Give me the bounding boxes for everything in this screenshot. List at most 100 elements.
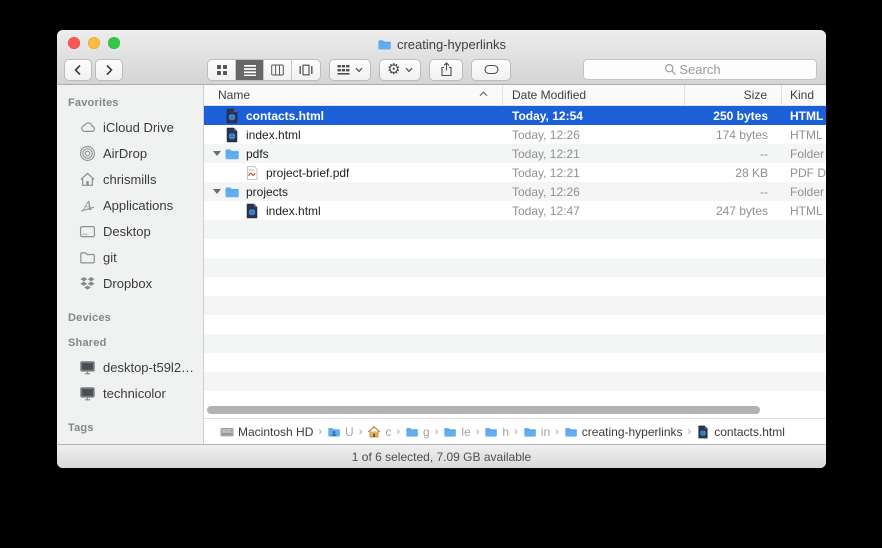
monitor-icon bbox=[79, 359, 96, 376]
chevron-down-icon bbox=[405, 67, 413, 73]
path-segment-users[interactable]: U bbox=[327, 425, 354, 439]
users-folder-icon bbox=[327, 425, 341, 439]
column-header-date-modified[interactable]: Date Modified bbox=[503, 85, 685, 105]
folder-icon bbox=[224, 146, 240, 162]
share-button[interactable] bbox=[429, 59, 463, 81]
sidebar-item-label: desktop-t59l2… bbox=[103, 360, 194, 375]
sidebar-item-desktop-t59l2[interactable]: desktop-t59l2… bbox=[57, 354, 203, 380]
window-chrome: creating-hyperlinks bbox=[57, 30, 826, 85]
column-header-size[interactable]: Size bbox=[685, 85, 782, 105]
disclosure-triangle[interactable] bbox=[210, 189, 224, 194]
file-row-project-brief-pdf[interactable]: project-brief.pdf Today, 12:21 28 KB PDF… bbox=[204, 163, 826, 182]
column-view-button[interactable] bbox=[264, 60, 292, 80]
path-separator-icon: › bbox=[476, 426, 480, 438]
path-separator-icon: › bbox=[359, 426, 363, 438]
path-segment-git[interactable]: g bbox=[405, 425, 430, 439]
sidebar: Favorites iCloud Drive AirDrop chrismill… bbox=[57, 85, 204, 444]
file-row-contacts-html[interactable]: contacts.html Today, 12:54 250 bytes HTM… bbox=[204, 106, 826, 125]
icon-view-button[interactable] bbox=[208, 60, 236, 80]
folder-proxy-icon bbox=[377, 37, 392, 52]
folder-icon bbox=[484, 425, 498, 439]
scrollbar-thumb[interactable] bbox=[207, 406, 760, 414]
sidebar-item-icloud-drive[interactable]: iCloud Drive bbox=[57, 114, 203, 140]
home-icon bbox=[79, 171, 96, 188]
html-file-icon bbox=[696, 425, 710, 439]
desktop-icon bbox=[79, 223, 96, 240]
coverflow-icon bbox=[299, 64, 313, 76]
status-bar: 1 of 6 selected, 7.09 GB available bbox=[57, 444, 826, 468]
toolbar: ⚙ bbox=[57, 55, 826, 84]
pdf-file-icon bbox=[244, 165, 260, 181]
file-list-pane: Name Date Modified Size Kind bbox=[204, 85, 826, 444]
html-file-icon bbox=[224, 108, 240, 124]
sidebar-item-technicolor[interactable]: technicolor bbox=[57, 380, 203, 406]
horizontal-scrollbar[interactable] bbox=[204, 405, 826, 416]
title-bar[interactable]: creating-hyperlinks bbox=[57, 30, 826, 55]
path-segment-in[interactable]: in bbox=[523, 425, 550, 439]
empty-row bbox=[204, 220, 826, 239]
empty-row bbox=[204, 258, 826, 277]
sidebar-item-airdrop[interactable]: AirDrop bbox=[57, 140, 203, 166]
coverflow-view-button[interactable] bbox=[292, 60, 320, 80]
path-separator-icon: › bbox=[318, 426, 322, 438]
search-field[interactable] bbox=[583, 59, 817, 80]
sidebar-section-favorites: Favorites bbox=[57, 89, 203, 114]
sidebar-item-chrismills[interactable]: chrismills bbox=[57, 166, 203, 192]
zoom-button[interactable] bbox=[108, 37, 120, 49]
sidebar-item-applications[interactable]: Applications bbox=[57, 192, 203, 218]
path-segment-creating-hyperlinks[interactable]: creating-hyperlinks bbox=[564, 425, 683, 439]
column-header-kind[interactable]: Kind bbox=[782, 85, 826, 105]
sidebar-item-label: AirDrop bbox=[103, 146, 147, 161]
home-color-icon bbox=[367, 425, 381, 439]
folder-outline-icon bbox=[79, 249, 96, 266]
close-button[interactable] bbox=[68, 37, 80, 49]
html-file-icon bbox=[244, 203, 260, 219]
path-segment-macintosh-hd[interactable]: Macintosh HD bbox=[220, 425, 313, 439]
view-mode-segmented-control bbox=[207, 59, 321, 81]
sidebar-item-desktop[interactable]: Desktop bbox=[57, 218, 203, 244]
sidebar-item-dropbox[interactable]: Dropbox bbox=[57, 270, 203, 296]
share-icon bbox=[440, 62, 453, 77]
tag-icon bbox=[484, 64, 499, 75]
search-input[interactable] bbox=[584, 60, 816, 79]
arrange-button[interactable] bbox=[329, 59, 371, 81]
file-row-projects-folder[interactable]: projects Today, 12:26 -- Folder bbox=[204, 182, 826, 201]
traffic-lights bbox=[68, 37, 120, 49]
file-row-index-html[interactable]: index.html Today, 12:26 174 bytes HTML t… bbox=[204, 125, 826, 144]
sidebar-item-git[interactable]: git bbox=[57, 244, 203, 270]
file-row-projects-index-html[interactable]: index.html Today, 12:47 247 bytes HTML t… bbox=[204, 201, 826, 220]
empty-row bbox=[204, 353, 826, 372]
list-icon bbox=[244, 64, 256, 76]
path-segment-h[interactable]: h bbox=[484, 425, 509, 439]
path-segment-home[interactable]: c bbox=[367, 425, 391, 439]
finder-window: creating-hyperlinks bbox=[57, 30, 826, 468]
empty-row bbox=[204, 315, 826, 334]
dropbox-icon bbox=[79, 275, 96, 292]
arrange-icon bbox=[337, 64, 350, 76]
hard-drive-icon bbox=[220, 425, 234, 439]
status-text: 1 of 6 selected, 7.09 GB available bbox=[352, 450, 531, 464]
monitor-icon bbox=[79, 385, 96, 402]
path-segment-le[interactable]: le bbox=[443, 425, 470, 439]
column-header-name[interactable]: Name bbox=[204, 85, 503, 105]
tag-button[interactable] bbox=[471, 59, 511, 81]
action-button[interactable]: ⚙ bbox=[379, 59, 421, 81]
back-button[interactable] bbox=[64, 59, 92, 81]
applications-icon bbox=[79, 197, 96, 214]
folder-icon bbox=[224, 184, 240, 200]
columns-icon bbox=[271, 64, 284, 76]
chevron-left-icon bbox=[73, 64, 83, 76]
file-row-pdfs-folder[interactable]: pdfs Today, 12:21 -- Folder bbox=[204, 144, 826, 163]
path-segment-contacts-html[interactable]: contacts.html bbox=[696, 425, 785, 439]
sidebar-item-label: Applications bbox=[103, 198, 173, 213]
folder-icon bbox=[523, 425, 537, 439]
minimize-button[interactable] bbox=[88, 37, 100, 49]
chevron-right-icon bbox=[104, 64, 114, 76]
forward-button[interactable] bbox=[95, 59, 123, 81]
gear-icon: ⚙ bbox=[387, 62, 400, 77]
disclosure-triangle[interactable] bbox=[210, 151, 224, 156]
path-separator-icon: › bbox=[396, 426, 400, 438]
list-view-button[interactable] bbox=[236, 60, 264, 80]
empty-row bbox=[204, 296, 826, 315]
folder-icon bbox=[405, 425, 419, 439]
